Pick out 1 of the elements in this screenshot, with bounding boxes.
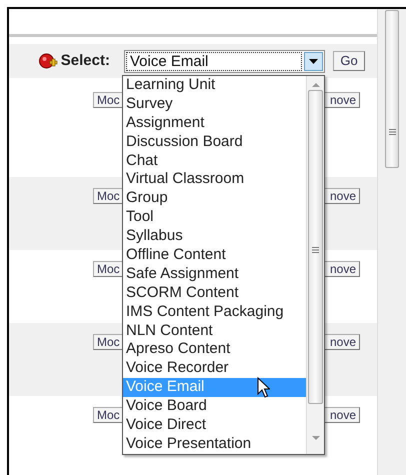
select-label: Select: <box>60 50 110 71</box>
